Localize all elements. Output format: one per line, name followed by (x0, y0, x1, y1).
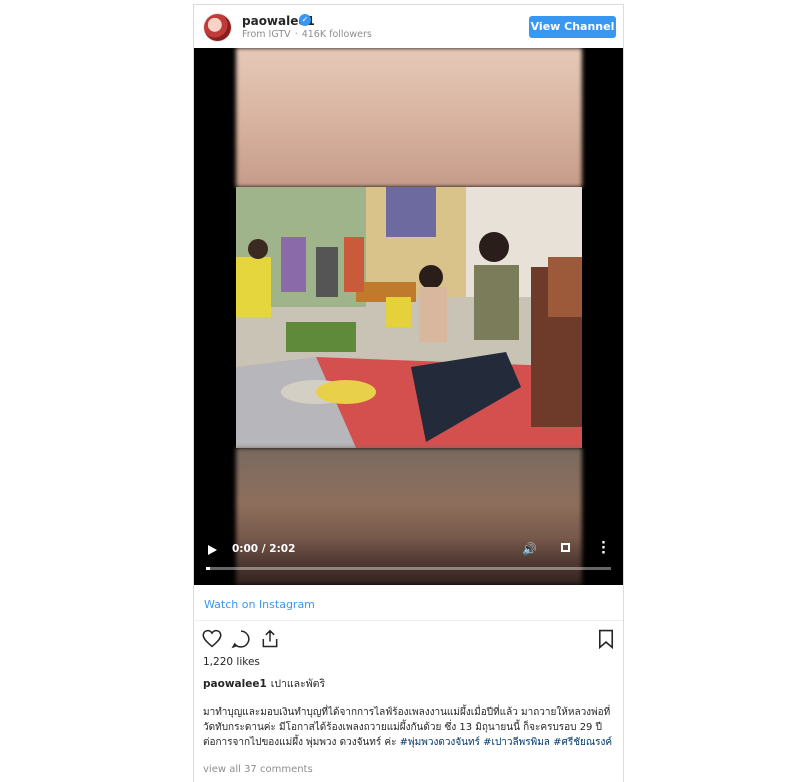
video-blur-top (236, 48, 582, 187)
source-label: From IGTV (242, 29, 291, 40)
verified-badge-icon: ✓ (299, 14, 311, 26)
caption-title-line: paowalee1 เปาและพัตริ (203, 675, 325, 692)
fullscreen-icon[interactable] (561, 543, 570, 552)
view-all-comments-link[interactable]: view all 37 comments (203, 764, 313, 775)
caption-body: มาทำบุญและมอบเงินทำบุญที่ได้จากการไลฟ์ร้… (203, 705, 613, 750)
likes-count[interactable]: 1,220 likes (203, 656, 260, 668)
video-frame-image (236, 187, 582, 448)
followers-count: 416K followers (301, 29, 372, 40)
post-subtitle: From IGTV · 416K followers (242, 29, 372, 40)
view-channel-button[interactable]: View Channel (529, 16, 616, 38)
post-header: paowalee1 ✓ From IGTV · 416K followers Vie… (194, 5, 623, 49)
share-icon[interactable] (260, 629, 280, 649)
comment-icon[interactable] (231, 629, 251, 649)
caption-title: เปาและพัตริ (270, 678, 326, 690)
video-progress-fill (206, 567, 211, 570)
action-bar (194, 625, 623, 653)
divider (194, 620, 623, 621)
bookmark-icon[interactable] (598, 629, 614, 649)
video-time: 0:00 / 2:02 (232, 543, 296, 555)
avatar[interactable] (204, 14, 231, 41)
play-icon[interactable] (208, 545, 217, 555)
separator-dot: · (294, 29, 298, 40)
watch-on-instagram-link[interactable]: Watch on Instagram (204, 598, 315, 611)
video-progress-bar[interactable] (206, 567, 611, 570)
more-options-icon[interactable]: · · · (601, 537, 606, 560)
video-player[interactable]: 0:00 / 2:02 🔊 · · · (194, 48, 623, 585)
caption-username[interactable]: paowalee1 (203, 678, 267, 690)
instagram-embed-card: paowalee1 ✓ From IGTV · 416K followers Vie… (193, 4, 624, 782)
heart-icon[interactable] (202, 629, 222, 648)
video-controls: 0:00 / 2:02 🔊 · · · (194, 537, 623, 585)
video-frame (236, 187, 582, 448)
caption-hashtags[interactable]: #พุ่มพวงดวงจันทร์ #เปาวลีพรพิมล #ศรีชัยณ… (400, 737, 612, 748)
volume-icon[interactable]: 🔊 (522, 542, 537, 556)
